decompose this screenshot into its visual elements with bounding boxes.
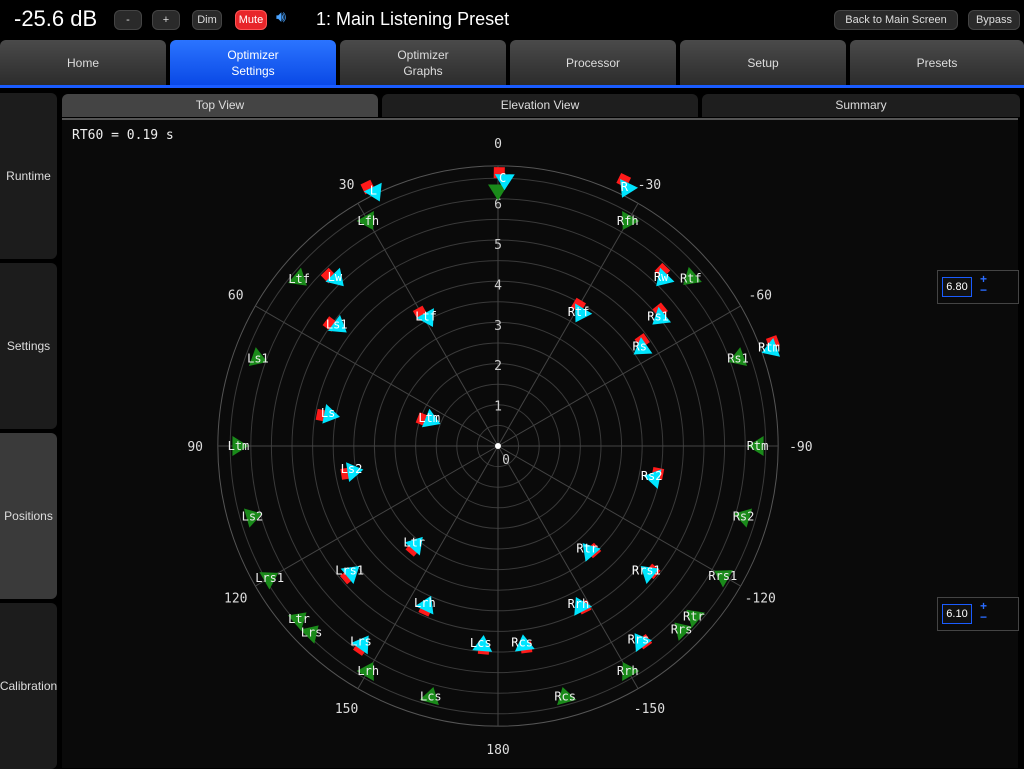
measured-speaker-label: Rs1 (647, 309, 669, 323)
upper-distance-input[interactable]: 6.80 (942, 277, 972, 297)
target-speaker-label: Lrh (357, 664, 379, 678)
angle-label: 120 (224, 591, 247, 606)
target-speaker-label: Lfh (357, 214, 379, 228)
measured-speaker-label: L (370, 183, 377, 197)
radius-label: 1 (494, 400, 502, 415)
measured-speaker-label: C (499, 171, 506, 185)
measured-speaker-label: Lrh (414, 596, 436, 610)
measured-speaker-label: Lw (328, 270, 343, 284)
angle-label: -60 (749, 289, 772, 304)
target-speaker-label: Ls1 (247, 352, 269, 366)
angle-label: 60 (228, 289, 244, 304)
angle-label: 90 (187, 440, 203, 455)
measured-speaker-label: Rtm (758, 340, 780, 354)
upper-distance-stepper[interactable]: + − (980, 273, 987, 296)
radius-label: 3 (494, 319, 502, 334)
angle-label: 0 (494, 137, 502, 152)
angle-label: 150 (335, 702, 358, 717)
measured-speaker-label: Lrs (350, 635, 372, 649)
radius-label: 0 (502, 453, 510, 468)
angle-label: 30 (339, 178, 355, 193)
measured-speaker-label: Rtr (576, 542, 598, 556)
target-speaker-label: Lcs (420, 690, 442, 704)
measured-speaker-label: R (621, 180, 629, 194)
measured-speaker-label: Ltm (418, 411, 440, 425)
radius-label: 4 (494, 278, 502, 293)
measured-speaker-label: Ls2 (341, 462, 363, 476)
measured-speaker-label: Rs (633, 340, 647, 354)
measured-speaker-label: Lrs1 (335, 563, 364, 577)
measured-speaker-label: Rrs1 (632, 563, 661, 577)
lower-distance-input[interactable]: 6.10 (942, 604, 972, 624)
angle-label: -30 (638, 178, 661, 193)
target-speaker-label: Rrh (617, 664, 639, 678)
target-speaker-label: Lrs (301, 625, 323, 639)
target-speaker-label: Rtf (680, 271, 702, 285)
target-speaker-label: Lrs1 (255, 571, 284, 585)
measured-speaker-label: Rcs (511, 635, 533, 649)
angle-label: -90 (789, 440, 812, 455)
measured-speaker-label: Lcs (470, 636, 492, 650)
measured-speaker-label: Rw (654, 270, 669, 284)
target-speaker-label: Rfh (617, 214, 639, 228)
target-speaker-label: Rrs (671, 623, 693, 637)
angle-label: 180 (486, 743, 509, 758)
measured-speaker-label: Ltf (415, 309, 437, 323)
measured-speaker-label: Ls (321, 406, 335, 420)
target-speaker-label: Ltr (288, 612, 310, 626)
measured-speaker-label: Ltr (403, 535, 425, 549)
radius-label: 5 (494, 238, 502, 253)
measured-speaker-label: Rtf (568, 305, 590, 319)
measured-speaker-label: Rs2 (641, 469, 663, 483)
target-speaker-label: Rcs (554, 690, 576, 704)
target-speaker-label: Ls2 (242, 509, 264, 523)
target-speaker-label: Rtr (683, 609, 705, 623)
lower-distance-stepper[interactable]: + − (980, 600, 987, 623)
upper-distance-field: 6.80 + − (937, 270, 1019, 304)
listener-position (495, 443, 501, 449)
measured-speaker-label: Rrs (628, 632, 650, 646)
target-speaker-label: Rs1 (727, 352, 749, 366)
target-speaker-label: Ltf (288, 272, 310, 286)
angle-label: -150 (634, 702, 665, 717)
radius-label: 2 (494, 359, 502, 374)
target-speaker-label: Rs2 (733, 509, 755, 523)
target-speaker-label: Rrs1 (708, 569, 737, 583)
measured-speaker-label: Rrh (568, 597, 590, 611)
measured-speaker-label: Ls1 (326, 318, 348, 332)
angle-label: -120 (745, 591, 776, 606)
target-speaker-label: Rtm (747, 439, 769, 453)
target-speaker-label: Ltm (228, 439, 250, 453)
lower-distance-field: 6.10 + − (937, 597, 1019, 631)
top-view-polar-chart: 0306090120150180-150-120-90-60-300123456… (187, 137, 812, 758)
